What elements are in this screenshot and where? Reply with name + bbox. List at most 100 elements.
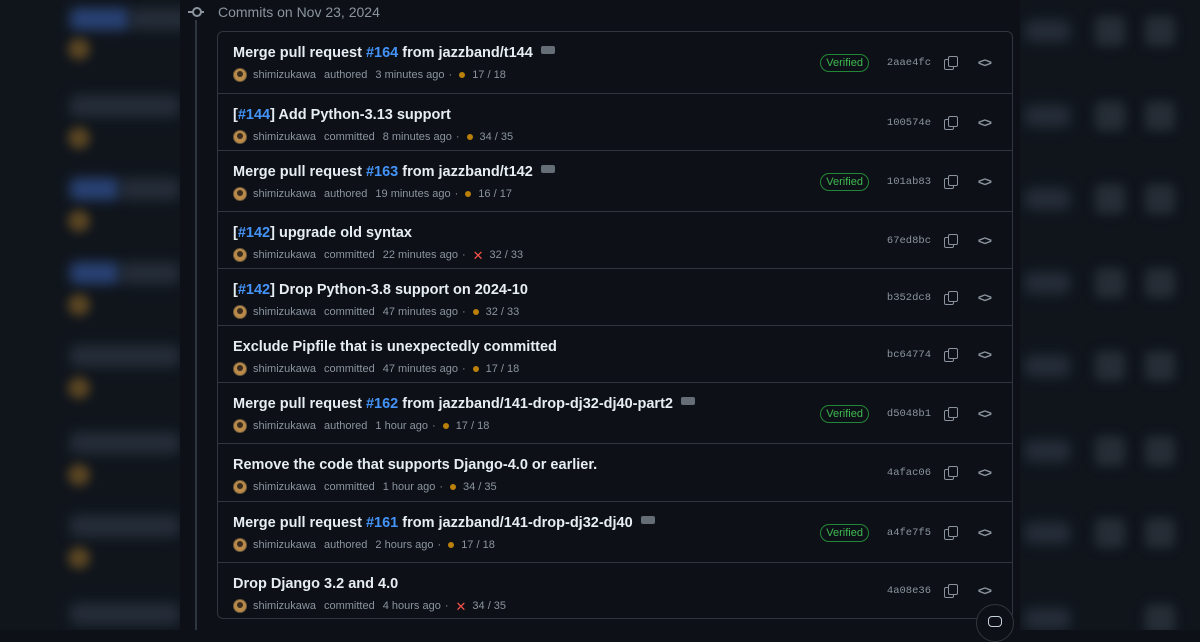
author-link[interactable]: shimizukawa bbox=[253, 481, 316, 493]
commit-title-text[interactable]: ] Drop Python-3.8 support on 2024-10 bbox=[270, 282, 528, 298]
commit-title-link[interactable]: Drop Django 3.2 and 4.0 bbox=[233, 576, 398, 592]
code-icon[interactable]: <> bbox=[978, 115, 992, 130]
commit-title-text[interactable]: Remove the code that supports Django-4.0… bbox=[233, 457, 597, 473]
code-icon[interactable]: <> bbox=[978, 55, 992, 70]
check-pending-icon[interactable] bbox=[450, 484, 456, 490]
checks-count[interactable]: 34 / 35 bbox=[480, 131, 514, 143]
author-link[interactable]: shimizukawa bbox=[253, 600, 316, 612]
commit-sha-link[interactable]: 4afac06 bbox=[887, 467, 931, 479]
author-link[interactable]: shimizukawa bbox=[253, 131, 316, 143]
commit-sha-link[interactable]: bc64774 bbox=[887, 349, 931, 361]
verified-badge[interactable]: Verified bbox=[820, 405, 869, 423]
author-link[interactable]: shimizukawa bbox=[253, 363, 316, 375]
commit-title-link[interactable]: [#144] Add Python-3.13 support bbox=[233, 107, 451, 123]
code-icon[interactable]: <> bbox=[978, 174, 992, 189]
copy-icon[interactable] bbox=[944, 407, 958, 421]
checks-count[interactable]: 32 / 33 bbox=[490, 249, 524, 261]
copy-icon[interactable] bbox=[944, 56, 958, 70]
pull-request-link[interactable]: #164 bbox=[366, 45, 398, 61]
copy-icon[interactable] bbox=[944, 584, 958, 598]
verified-badge[interactable]: Verified bbox=[820, 524, 869, 542]
copy-icon[interactable] bbox=[944, 116, 958, 130]
kebab-horizontal-icon[interactable] bbox=[640, 511, 655, 525]
commit-title-text[interactable]: ] Add Python-3.13 support bbox=[270, 107, 451, 123]
commit-title-text[interactable]: Merge pull request bbox=[233, 45, 366, 61]
checks-count[interactable]: 17 / 18 bbox=[461, 539, 495, 551]
avatar[interactable] bbox=[233, 187, 247, 201]
check-pending-icon[interactable] bbox=[442, 423, 449, 429]
copy-icon[interactable] bbox=[944, 234, 958, 248]
commit-title-text[interactable]: ] upgrade old syntax bbox=[270, 225, 412, 241]
code-icon[interactable]: <> bbox=[978, 233, 992, 248]
code-icon[interactable]: <> bbox=[978, 525, 992, 540]
commit-title-link[interactable]: Merge pull request #161 from jazzband/14… bbox=[233, 511, 655, 531]
commit-sha-link[interactable]: a4fe7f5 bbox=[887, 527, 931, 539]
commit-title-text[interactable]: Exclude Pipfile that is unexpectedly com… bbox=[233, 339, 557, 355]
avatar[interactable] bbox=[233, 480, 247, 494]
check-pending-icon[interactable] bbox=[448, 542, 455, 548]
avatar[interactable] bbox=[233, 599, 247, 613]
pull-request-link[interactable]: #163 bbox=[366, 164, 398, 180]
commit-sha-link[interactable]: d5048b1 bbox=[887, 408, 931, 420]
commit-title-text[interactable]: Merge pull request bbox=[233, 515, 366, 531]
commit-title-text[interactable]: Drop Django 3.2 and 4.0 bbox=[233, 576, 398, 592]
kebab-horizontal-icon[interactable] bbox=[540, 160, 555, 174]
check-failed-icon[interactable]: ✕ bbox=[456, 600, 467, 613]
checks-count[interactable]: 17 / 18 bbox=[486, 363, 520, 375]
commit-sha-link[interactable]: 101ab83 bbox=[887, 176, 931, 188]
author-link[interactable]: shimizukawa bbox=[253, 306, 316, 318]
verified-badge[interactable]: Verified bbox=[820, 54, 869, 72]
commit-title-text[interactable]: from jazzband/141-drop-dj32-dj40-part2 bbox=[398, 396, 673, 412]
copy-icon[interactable] bbox=[944, 291, 958, 305]
code-icon[interactable]: <> bbox=[978, 406, 992, 421]
author-link[interactable]: shimizukawa bbox=[253, 539, 316, 551]
pull-request-link[interactable]: #161 bbox=[366, 515, 398, 531]
commit-title-link[interactable]: [#142] upgrade old syntax bbox=[233, 225, 412, 241]
commit-title-link[interactable]: Merge pull request #164 from jazzband/t1… bbox=[233, 41, 555, 61]
pull-request-link[interactable]: #142 bbox=[238, 282, 270, 298]
checks-count[interactable]: 17 / 18 bbox=[456, 420, 490, 432]
commit-sha-link[interactable]: 100574e bbox=[887, 117, 931, 129]
avatar[interactable] bbox=[233, 305, 247, 319]
check-pending-icon[interactable] bbox=[459, 72, 466, 78]
avatar[interactable] bbox=[233, 419, 247, 433]
avatar[interactable] bbox=[233, 130, 247, 144]
commit-title-text[interactable]: from jazzband/141-drop-dj32-dj40 bbox=[398, 515, 632, 531]
commit-title-link[interactable]: Exclude Pipfile that is unexpectedly com… bbox=[233, 339, 557, 355]
commit-title-link[interactable]: Remove the code that supports Django-4.0… bbox=[233, 457, 597, 473]
author-link[interactable]: shimizukawa bbox=[253, 420, 316, 432]
checks-count[interactable]: 34 / 35 bbox=[472, 600, 506, 612]
commit-sha-link[interactable]: 4a08e36 bbox=[887, 585, 931, 597]
commit-title-link[interactable]: Merge pull request #163 from jazzband/t1… bbox=[233, 160, 555, 180]
avatar[interactable] bbox=[233, 538, 247, 552]
copy-icon[interactable] bbox=[944, 526, 958, 540]
avatar[interactable] bbox=[233, 68, 247, 82]
copy-icon[interactable] bbox=[944, 175, 958, 189]
check-pending-icon[interactable] bbox=[472, 366, 479, 372]
copilot-button[interactable] bbox=[976, 604, 1014, 642]
kebab-horizontal-icon[interactable] bbox=[680, 392, 695, 406]
author-link[interactable]: shimizukawa bbox=[253, 69, 316, 81]
copy-icon[interactable] bbox=[944, 466, 958, 480]
code-icon[interactable]: <> bbox=[978, 583, 992, 598]
code-icon[interactable]: <> bbox=[978, 290, 992, 305]
author-link[interactable]: shimizukawa bbox=[253, 249, 316, 261]
checks-count[interactable]: 17 / 18 bbox=[472, 69, 506, 81]
check-pending-icon[interactable] bbox=[472, 309, 479, 315]
commit-sha-link[interactable]: b352dc8 bbox=[887, 292, 931, 304]
avatar[interactable] bbox=[233, 362, 247, 376]
checks-count[interactable]: 16 / 17 bbox=[478, 188, 512, 200]
check-pending-icon[interactable] bbox=[465, 191, 472, 197]
code-icon[interactable]: <> bbox=[978, 347, 992, 362]
commit-title-text[interactable]: Merge pull request bbox=[233, 396, 366, 412]
commit-title-text[interactable]: from jazzband/t142 bbox=[398, 164, 533, 180]
commit-title-link[interactable]: Merge pull request #162 from jazzband/14… bbox=[233, 392, 695, 412]
pull-request-link[interactable]: #142 bbox=[238, 225, 270, 241]
commit-title-link[interactable]: [#142] Drop Python-3.8 support on 2024-1… bbox=[233, 282, 528, 298]
commit-sha-link[interactable]: 67ed8bc bbox=[887, 235, 931, 247]
avatar[interactable] bbox=[233, 248, 247, 262]
commit-title-text[interactable]: Merge pull request bbox=[233, 164, 366, 180]
author-link[interactable]: shimizukawa bbox=[253, 188, 316, 200]
kebab-horizontal-icon[interactable] bbox=[540, 41, 555, 55]
check-pending-icon[interactable] bbox=[466, 134, 473, 140]
